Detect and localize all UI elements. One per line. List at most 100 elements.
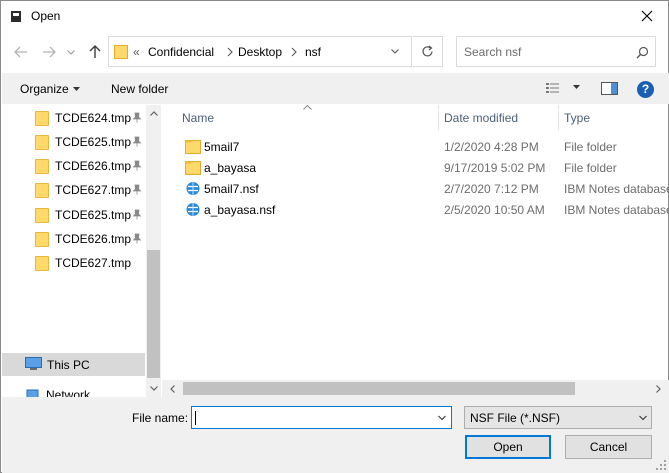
tree-item-label: TCDE625.tmp [55, 135, 132, 149]
refresh-button[interactable] [413, 36, 443, 67]
tree-item[interactable]: TCDE627.tmp [2, 251, 146, 275]
file-name-label: File name: [132, 411, 189, 425]
recent-locations-button[interactable] [60, 41, 82, 63]
pin-icon [132, 160, 142, 171]
up-button[interactable] [84, 41, 106, 63]
folder-icon [35, 183, 49, 198]
resize-grip-icon[interactable] [656, 460, 667, 471]
search-icon [636, 46, 649, 59]
scrollbar-thumb[interactable] [183, 382, 575, 395]
tree-item-label: TCDE625.tmp [55, 208, 132, 222]
view-options-icon[interactable] [546, 82, 564, 94]
organize-dropdown-icon[interactable] [73, 87, 80, 91]
scroll-up-button[interactable] [146, 105, 161, 122]
refresh-icon [422, 45, 433, 57]
tree-item[interactable]: TCDE627.tmp [2, 178, 146, 202]
notes-db-icon [186, 203, 200, 216]
tree-item-label: TCDE627.tmp [55, 183, 132, 197]
file-row[interactable]: a_bayasa.nsf 2/5/2020 10:50 AM IBM Notes… [162, 199, 669, 220]
search-box[interactable]: Search nsf [456, 36, 656, 67]
chevron-right-icon[interactable] [290, 46, 298, 58]
help-icon: ? [641, 82, 650, 96]
folder-icon [185, 140, 201, 154]
forward-button[interactable] [38, 41, 60, 63]
chevron-down-icon[interactable] [436, 412, 448, 424]
file-row[interactable]: a_bayasa 9/17/2019 5:02 PM File folder [162, 157, 669, 178]
title-bar: Open [1, 1, 668, 32]
arrow-up-icon [89, 45, 101, 58]
scrollbar-thumb[interactable] [147, 250, 160, 378]
chevron-up-icon [149, 111, 158, 116]
column-divider[interactable] [438, 105, 439, 130]
help-button[interactable]: ? [637, 81, 654, 98]
tree-item[interactable]: TCDE625.tmp [2, 203, 146, 227]
cancel-button[interactable]: Cancel [565, 435, 652, 459]
new-folder-button[interactable]: New folder [111, 82, 168, 96]
open-button[interactable]: Open [465, 435, 551, 459]
breadcrumb-overflow[interactable]: « [133, 45, 140, 59]
file-row[interactable]: 5mail7 1/2/2020 4:28 PM File folder [162, 136, 669, 157]
scroll-right-button[interactable] [650, 380, 667, 397]
column-header-name[interactable]: Name [182, 111, 214, 125]
app-icon [11, 11, 21, 22]
tree-item[interactable]: TCDE624.tmp [2, 106, 146, 130]
file-name-field[interactable] [191, 406, 452, 429]
folder-icon [35, 256, 49, 271]
tree-item-label: TCDE626.tmp [55, 232, 132, 246]
file-name: a_bayasa [204, 161, 257, 175]
view-dropdown-icon[interactable] [573, 85, 580, 89]
chevron-right-icon [656, 384, 661, 393]
tree-item-this-pc[interactable]: This PC [2, 353, 145, 376]
file-date: 1/2/2020 4:28 PM [444, 140, 539, 154]
tree-item[interactable]: TCDE626.tmp [2, 154, 146, 178]
command-bar: Organize New folder [2, 73, 669, 104]
chevron-left-icon [170, 384, 175, 393]
file-name: 5mail7.nsf [204, 182, 259, 196]
breadcrumb-desktop[interactable]: Desktop [238, 45, 282, 59]
address-bar[interactable]: « Confidencial Desktop nsf [108, 36, 412, 67]
window-title: Open [31, 9, 61, 23]
tree-item-label: TCDE627.tmp [55, 256, 132, 270]
file-type-select[interactable]: NSF File (*.NSF) [464, 406, 652, 429]
folder-icon [35, 159, 49, 174]
file-type: IBM Notes database [564, 182, 669, 196]
open-dialog: Open « Confidencial Desktop nsf Search n… [0, 0, 669, 473]
close-icon [641, 10, 653, 22]
back-button[interactable] [10, 41, 32, 63]
file-list-horizontal-scrollbar[interactable] [162, 380, 669, 397]
scroll-left-button[interactable] [164, 380, 181, 397]
tree-item-label: TCDE624.tmp [55, 111, 132, 125]
folder-icon [35, 111, 49, 126]
sort-up-icon [303, 105, 312, 110]
folder-icon [35, 208, 49, 223]
chevron-down-icon [67, 49, 75, 55]
column-header-date[interactable]: Date modified [444, 111, 518, 125]
column-header-type[interactable]: Type [564, 111, 590, 125]
navigation-pane-scrollbar[interactable] [146, 105, 161, 397]
tree-item[interactable]: TCDE625.tmp [2, 130, 146, 154]
file-type-value: NSF File (*.NSF) [470, 411, 560, 425]
close-button[interactable] [630, 3, 664, 29]
tree-item-label: TCDE626.tmp [55, 159, 132, 173]
organize-button[interactable]: Organize [20, 82, 69, 96]
file-name: 5mail7 [204, 140, 240, 154]
file-date: 9/17/2019 5:02 PM [444, 161, 546, 175]
file-row[interactable]: 5mail7.nsf 2/7/2020 7:12 PM IBM Notes da… [162, 178, 669, 199]
breadcrumb-confidencial[interactable]: Confidencial [148, 45, 214, 59]
file-type: IBM Notes database [564, 203, 669, 217]
scroll-down-button[interactable] [146, 380, 161, 397]
file-type: File folder [564, 161, 617, 175]
address-dropdown-icon[interactable] [391, 49, 399, 54]
computer-icon [25, 357, 42, 370]
pin-icon [132, 209, 142, 220]
pin-icon [132, 233, 142, 244]
breadcrumb-nsf[interactable]: nsf [305, 45, 321, 59]
arrow-left-icon [14, 46, 27, 58]
file-type: File folder [564, 140, 617, 154]
column-divider[interactable] [558, 105, 559, 130]
pin-icon [132, 184, 142, 195]
preview-pane-icon[interactable] [601, 82, 619, 95]
folder-icon [35, 232, 49, 247]
chevron-right-icon[interactable] [226, 46, 234, 58]
tree-item[interactable]: TCDE626.tmp [2, 227, 146, 251]
